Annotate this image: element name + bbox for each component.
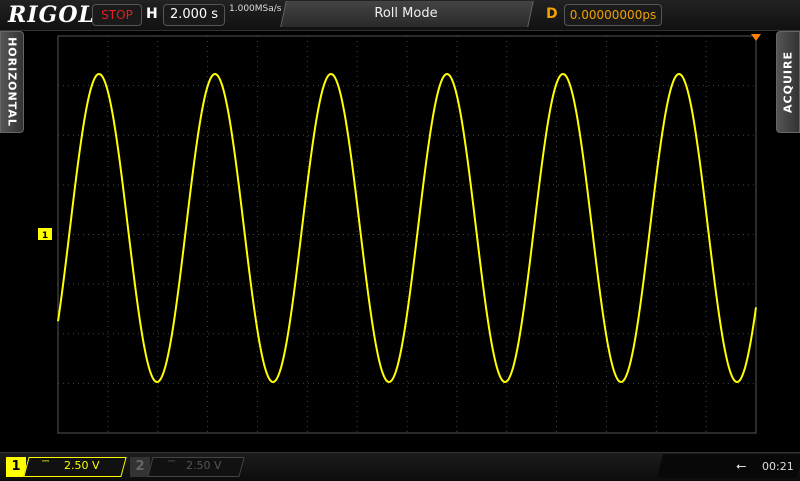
horizontal-delay-value[interactable]: 0.00000000ps (564, 4, 662, 26)
channel1-offset-label: 1 (42, 231, 48, 241)
time-mode[interactable]: Roll Mode (283, 6, 529, 21)
channel1-scale: 2.50 V (64, 459, 100, 472)
dc-coupling-icon: ⎓ (168, 457, 176, 467)
delay-label: D (546, 6, 558, 22)
usb-icon: ⭠ (736, 459, 747, 474)
horizontal-label: H (146, 6, 158, 22)
dc-coupling-icon: ⎓ (42, 457, 50, 467)
channel2-scale: 2.50 V (186, 459, 222, 472)
waveform-display[interactable]: 1 (0, 31, 800, 451)
system-time: 00:21 (762, 460, 794, 473)
sample-rate: 1.000MSa/s (229, 4, 282, 14)
run-stop-status[interactable]: STOP (92, 4, 142, 26)
rigol-logo: RIGOL (8, 2, 95, 28)
timebase-value[interactable]: 2.000 s (163, 4, 225, 26)
